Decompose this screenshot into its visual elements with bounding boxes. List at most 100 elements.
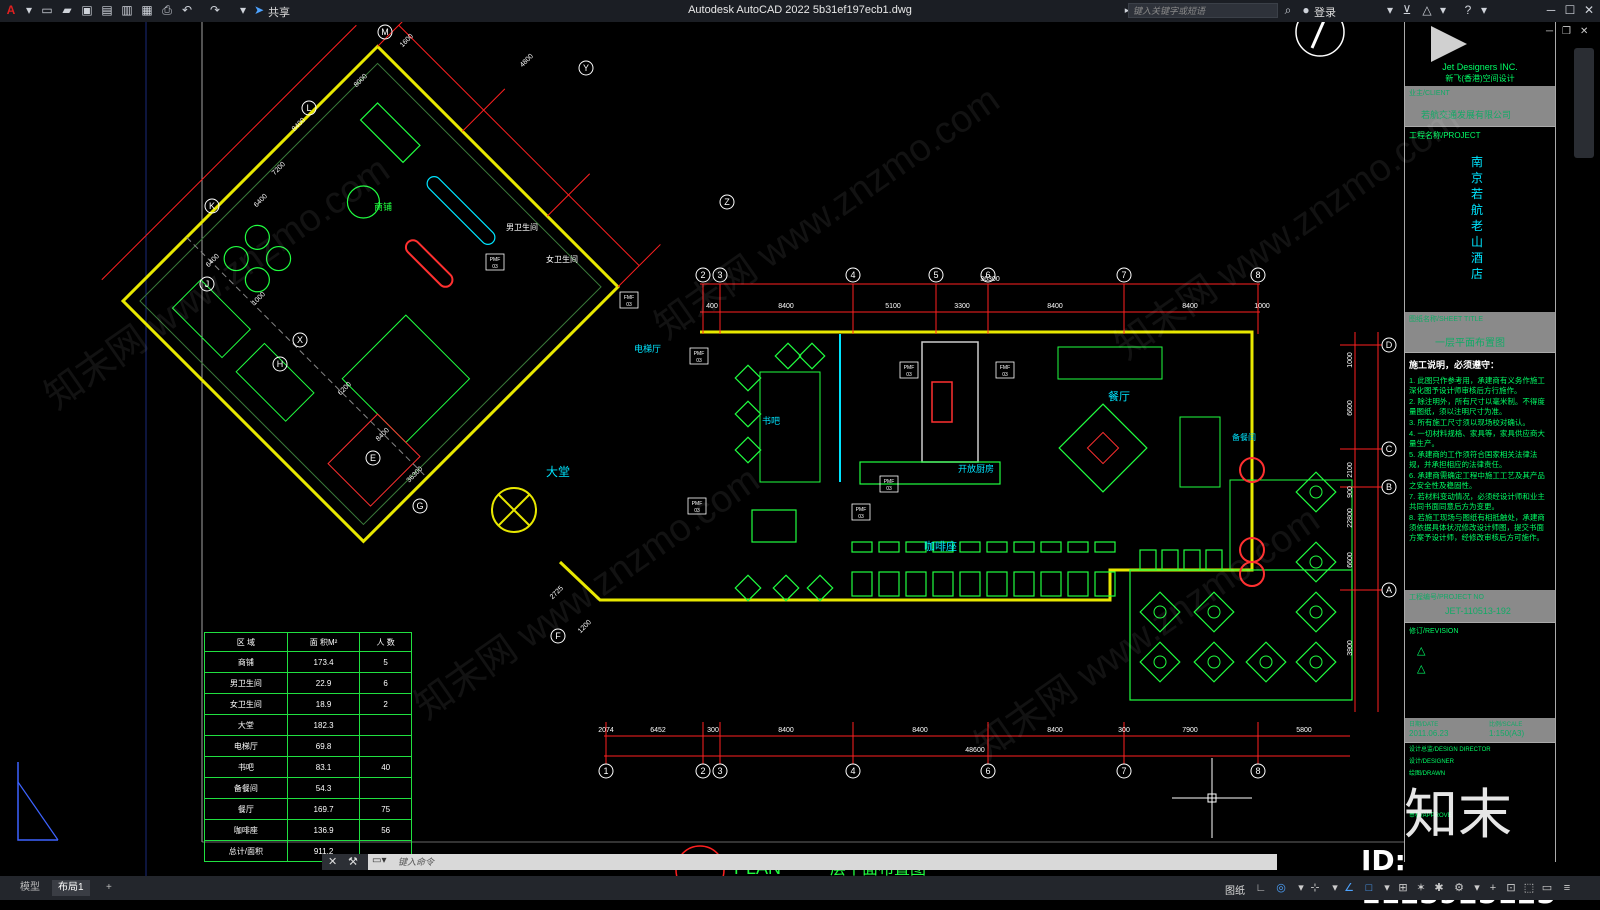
tab-add-layout[interactable]: + (100, 880, 118, 896)
bar-seating (759, 371, 821, 483)
share-label[interactable]: 共享 (268, 4, 290, 20)
apps-caret-icon[interactable]: ▾ (1436, 3, 1450, 17)
dim-text-bottom: 6452 (650, 727, 666, 734)
save-as-icon[interactable]: ▤ (100, 3, 114, 17)
cafe-booth (1067, 571, 1089, 597)
grid-right-label: B (1386, 482, 1392, 492)
new-file-icon[interactable]: ▭ (40, 3, 54, 17)
login-label[interactable]: 登录 (1314, 4, 1336, 20)
room-label-lobby: 大堂 (546, 465, 570, 479)
restaurant-table-cluster (1058, 403, 1148, 493)
cafe-booth (1183, 549, 1201, 571)
room-label-bar: 书吧 (762, 416, 780, 426)
customization-menu-icon[interactable]: ≡ (1560, 881, 1574, 895)
export-icon[interactable]: ▦ (140, 3, 154, 17)
command-prompt-icon[interactable]: ▭▾ (372, 855, 386, 866)
command-input[interactable]: 键入命令 (368, 854, 1277, 870)
undo-icon[interactable]: ↶ (180, 3, 194, 17)
object-snap-icon[interactable]: □ (1362, 881, 1376, 895)
login-caret-icon[interactable]: ▾ (1383, 3, 1397, 17)
plus-icon[interactable]: + (1486, 881, 1500, 895)
dim-text-bottom: 2074 (598, 727, 614, 734)
navigation-bar[interactable] (1574, 48, 1594, 158)
import-icon[interactable]: ▥ (120, 3, 134, 17)
notes-title: 施工说明，必须遵守： (1409, 360, 1500, 370)
cafe-booth (878, 571, 900, 597)
terrace-table (1193, 591, 1235, 633)
clean-screen-icon[interactable]: ▭ (1540, 881, 1554, 895)
isolate-objects-icon[interactable]: ⊡ (1504, 881, 1518, 895)
annotation-visibility-icon[interactable]: ✱ (1432, 881, 1446, 895)
open-file-icon[interactable]: ▰ (60, 3, 74, 17)
viewport-close-icon[interactable]: ✕ (1580, 26, 1588, 37)
tab-model[interactable]: 模型 (14, 880, 46, 896)
dropdown-caret-icon[interactable]: ▾ (1294, 881, 1308, 895)
save-icon[interactable]: ▣ (80, 3, 94, 17)
washroom-block (341, 314, 471, 444)
redo-icon[interactable]: ↷ (208, 3, 222, 17)
selection-cycling-icon[interactable]: ⊞ (1396, 881, 1410, 895)
dim-text-top: 8400 (1182, 303, 1198, 310)
room-label-open-kitchen: 开放厨房 (958, 463, 994, 474)
area-table-cell: 173.4 (286, 651, 361, 673)
user-icon[interactable]: ● (1299, 3, 1313, 17)
dim-text-bottom: 300 (707, 727, 719, 734)
note-item: 7. 若材料变动情况，必须经设计师和业主共同书面同意后方为变更。 (1409, 492, 1545, 511)
tag-text: 03 (906, 372, 912, 378)
help-caret-icon[interactable]: ▾ (1477, 3, 1491, 17)
paper-space-label[interactable]: 图纸 (1225, 882, 1245, 897)
annotation-scale-icon[interactable]: ✶ (1414, 881, 1428, 895)
drawing-canvas[interactable]: 2345678 1234678 DCBA 400 8400 5100 3300 8400… (0, 22, 1600, 876)
search-icon[interactable]: ⌕ (1281, 3, 1295, 17)
area-table-cell: 22.9 (286, 672, 361, 694)
dynamic-input-icon[interactable]: ◎ (1274, 881, 1288, 895)
grid-diag-label: J (205, 279, 210, 289)
command-close-button[interactable]: ✕ ⚒ (322, 854, 368, 870)
dropdown-caret-icon[interactable]: ▾ (1328, 881, 1342, 895)
maximize-window-icon[interactable]: ☐ (1563, 3, 1577, 17)
autodesk-app-icon[interactable]: △ (1420, 3, 1434, 17)
terrace-table-center (1153, 605, 1167, 619)
tab-layout1[interactable]: 布局1 (52, 880, 90, 896)
command-wrench-icon[interactable]: ⚒ (348, 854, 358, 870)
workspace-gear-icon[interactable]: ⚙ (1452, 881, 1466, 895)
dropdown-caret-icon[interactable]: ▾ (1470, 881, 1484, 895)
area-table-header-cell: 人 数 (359, 632, 412, 652)
grid-bottom-label: 8 (1255, 766, 1260, 776)
note-item: 3. 所有施工尺寸须以现场校对确认。 (1409, 418, 1530, 427)
revision-triangle-icon: △ (1417, 645, 1426, 657)
area-table-row: 咖啡座 136.9 56 (204, 819, 412, 841)
designer-label: 设计/DESIGNER (1409, 759, 1455, 765)
logo-company: Jet Designers INC. (1442, 62, 1518, 72)
round-table (244, 224, 270, 250)
area-table-cell: 商铺 (204, 651, 288, 673)
share-icon[interactable]: ➤ (252, 3, 266, 17)
dropdown-caret-icon[interactable]: ▾ (1380, 881, 1394, 895)
help-icon[interactable]: ? (1461, 3, 1475, 17)
close-window-icon[interactable]: ✕ (1582, 3, 1596, 17)
dim-text-right: 3900 (1347, 640, 1354, 656)
viewport-minimize-icon[interactable]: ─ (1546, 26, 1553, 37)
cafe-booth (1139, 549, 1157, 571)
print-icon[interactable]: ⎙ (160, 3, 174, 17)
autocad-logo-icon[interactable]: A (4, 3, 18, 17)
app-menu-caret-icon[interactable]: ▾ (22, 3, 36, 17)
minimize-window-icon[interactable]: ─ (1544, 3, 1558, 17)
hardware-acceleration-icon[interactable]: ⬚ (1522, 881, 1536, 895)
command-close-icon[interactable]: ✕ (328, 854, 337, 870)
terrace-table (1139, 641, 1181, 683)
snap-icon[interactable]: ∟ (1254, 881, 1268, 895)
date-value: 2011.06.23 (1409, 729, 1449, 738)
ortho-icon[interactable]: ⊹ (1308, 881, 1322, 895)
polar-tracking-icon[interactable]: ∠ (1342, 881, 1356, 895)
viewport-restore-icon[interactable]: ❐ (1562, 26, 1571, 37)
cart-icon[interactable]: ⊻ (1400, 3, 1414, 17)
customize-quick-access-icon[interactable]: ▾ (236, 3, 250, 17)
dim-right-group: 1000 6600 2100 900 22800 6600 3900 (1347, 352, 1354, 656)
logo-company-sub: 新飞(香港)空间设计 (1445, 74, 1515, 83)
stair-red (931, 381, 953, 423)
search-input[interactable]: 键入关键字或短语 (1128, 3, 1278, 18)
cafe-table (959, 541, 981, 553)
display-counter (359, 102, 421, 164)
dim-text-top: 5100 (885, 303, 901, 310)
